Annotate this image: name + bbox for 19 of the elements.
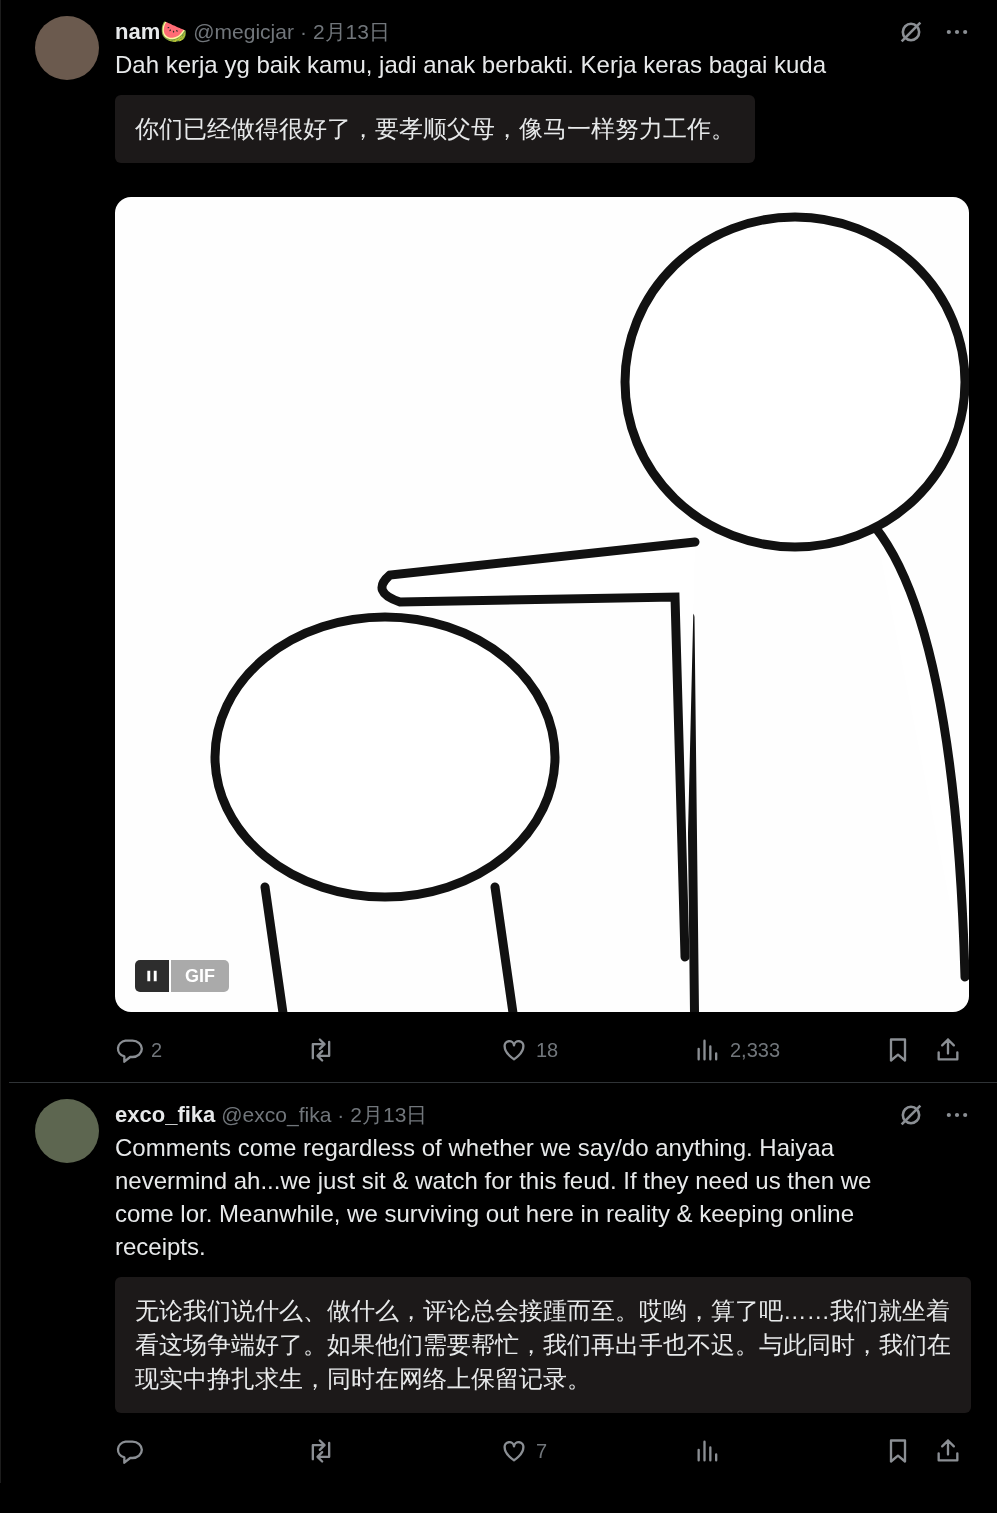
- post-text: Comments come regardless of whether we say/do anything. Haiyaa nevermind ah...we just sit & watch for this feud. If they need us then we come lor. Meanwhile, we surviving out here in reality & keeping online receipts.: [115, 1133, 873, 1262]
- pause-button[interactable]: [135, 960, 169, 992]
- user-name[interactable]: exco_fika: [115, 1102, 216, 1128]
- separator-dot: ·: [299, 20, 307, 44]
- pause-icon: [145, 968, 159, 984]
- user-name[interactable]: nam🍉: [115, 19, 188, 45]
- user-handle[interactable]: @megicjar: [193, 20, 294, 44]
- gif-badge: GIF: [171, 960, 229, 992]
- post-text: Dah kerja yg baik kamu, jadi anak berbakti. Kerja keras bagai kuda: [115, 50, 828, 80]
- user-handle[interactable]: @exco_fika: [221, 1103, 332, 1127]
- like-count: 7: [536, 1439, 548, 1463]
- post-date[interactable]: 2月13日: [312, 18, 390, 46]
- reply-count: 2: [151, 1038, 163, 1062]
- separator-dot: ·: [337, 1103, 345, 1127]
- post-date[interactable]: 2月13日: [350, 1101, 428, 1129]
- translation-text: 你们已经做得很好了，要孝顺父母，像马一样努力工作。: [115, 95, 755, 163]
- translation-text: 无论我们说什么、做什么，评论总会接踵而至。哎哟，算了吧……我们就坐着看这场争端好了。如果他们需要帮忙，我们再出手也不迟。与此同时，我们在现实中挣扎求生，同时在网络上保留记录。: [115, 1277, 971, 1413]
- views-count: 2,333: [730, 1038, 781, 1062]
- like-count: 18: [536, 1038, 559, 1062]
